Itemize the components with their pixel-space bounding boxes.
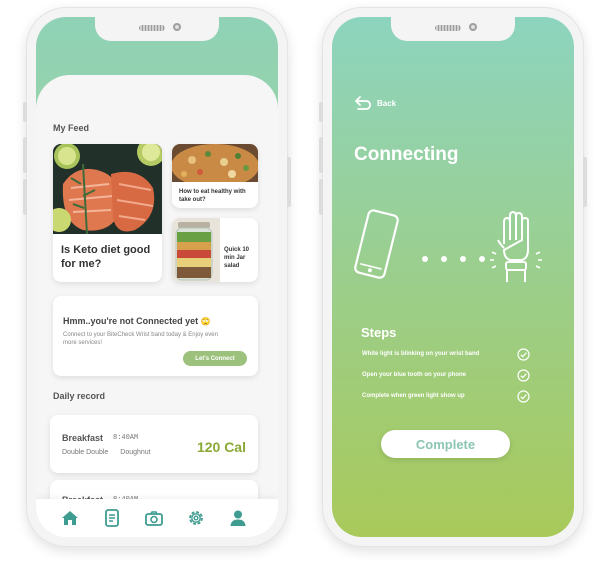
connect-prompt-description: Connect to your BiteCheck Wrist band tod… (63, 332, 218, 346)
step-text: White light is blinking on your wrist ba… (362, 351, 480, 357)
feed-screen: My Feed Is Keto diet good for me? How to… (36, 17, 278, 537)
takeout-photo (172, 144, 258, 182)
back-arrow-icon (355, 96, 371, 110)
front-camera (469, 23, 477, 31)
complete-button[interactable]: Complete (381, 430, 510, 458)
nav-home[interactable] (60, 508, 80, 528)
nav-settings[interactable] (186, 508, 206, 528)
connecting-screen: Back Connecting Steps White light is bli… (332, 17, 574, 537)
connection-dots-icon (422, 249, 486, 262)
record-item: Double Double (62, 449, 109, 456)
power-button (287, 157, 291, 207)
feed-content: My Feed Is Keto diet good for me? How to… (36, 75, 278, 537)
mute-switch (319, 102, 323, 122)
connect-prompt-card: Hmm..you're not Connected yet 🙄 Connect … (53, 296, 258, 376)
lets-connect-button[interactable]: Let's Connect (183, 351, 247, 366)
check-circle-icon (517, 390, 530, 403)
phone-frame-connecting: Back Connecting Steps White light is bli… (319, 7, 587, 547)
eye-roll-emoji: 🙄 (200, 317, 211, 326)
nav-camera[interactable] (144, 508, 164, 528)
check-circle-icon (517, 348, 530, 361)
my-feed-heading: My Feed (53, 123, 90, 133)
document-icon (105, 509, 119, 527)
profile-icon (230, 510, 246, 526)
speaker-grille (139, 25, 165, 31)
record-time: 8:40AM (113, 434, 139, 442)
speaker-grille (435, 25, 461, 31)
wristband-hand-icon (490, 210, 542, 282)
connecting-title: Connecting (354, 144, 459, 165)
record-item: Doughnut (120, 449, 151, 456)
record-meal: Breakfast (62, 433, 104, 443)
step-text: Complete when green light show up (362, 393, 465, 399)
step-item: Complete when green light show up (362, 390, 532, 404)
camera-icon (145, 511, 163, 526)
phone-frame-feed: My Feed Is Keto diet good for me? How to… (23, 7, 291, 547)
notch (95, 17, 219, 41)
connect-prompt-title-text: Hmm..you're not Connected yet (63, 316, 199, 326)
feature-article-title: Is Keto diet good for me? (61, 244, 151, 270)
volume-up-button (23, 137, 27, 173)
check-circle-icon (517, 369, 530, 382)
step-item: White light is blinking on your wrist ba… (362, 348, 532, 362)
step-item: Open your blue tooth on your phone (362, 369, 532, 383)
article-card-jar-salad[interactable]: Quick 10 min Jar salad (172, 218, 258, 282)
jar-salad-photo (172, 218, 220, 282)
volume-down-button (23, 179, 27, 215)
nav-profile[interactable] (228, 508, 248, 528)
salmon-photo (53, 144, 162, 234)
notch (391, 17, 515, 41)
gear-icon (189, 511, 203, 525)
record-card[interactable]: Breakfast 8:40AM Double Double Doughnut … (50, 415, 258, 473)
phone-icon (354, 209, 399, 279)
nav-records[interactable] (102, 508, 122, 528)
article-card-takeout[interactable]: How to eat healthy with take out? (172, 144, 258, 208)
connect-prompt-title: Hmm..you're not Connected yet 🙄 (63, 316, 211, 326)
power-button (583, 157, 587, 207)
home-icon (62, 511, 78, 525)
daily-record-heading: Daily record (53, 391, 106, 401)
article-title-takeout: How to eat healthy with take out? (179, 189, 246, 203)
front-camera (173, 23, 181, 31)
volume-down-button (319, 179, 323, 215)
feature-article-card[interactable]: Is Keto diet good for me? (53, 144, 162, 282)
back-label: Back (377, 99, 397, 108)
bottom-navigation (36, 499, 278, 537)
mute-switch (23, 102, 27, 122)
article-title-jar-salad: Quick 10 min Jar salad (224, 247, 250, 269)
step-text: Open your blue tooth on your phone (362, 372, 466, 378)
record-items: Double Double Doughnut (62, 449, 151, 456)
record-calories: 120 Cal (196, 439, 246, 455)
steps-heading: Steps (361, 325, 397, 340)
volume-up-button (319, 137, 323, 173)
